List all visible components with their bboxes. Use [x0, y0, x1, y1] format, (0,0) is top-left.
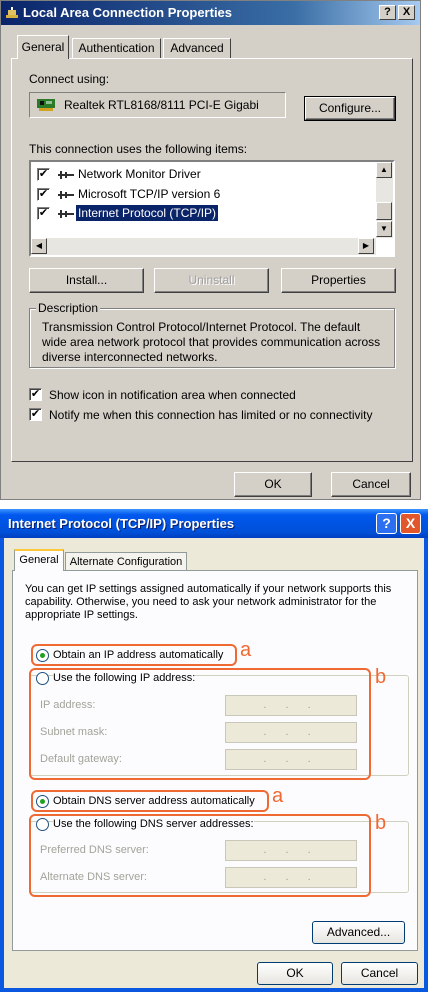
annotation-letter-a: a [240, 639, 252, 661]
use-following-dns-radio[interactable] [36, 818, 49, 831]
list-item-selected[interactable]: ✔ Internet Protocol (TCP/IP) [35, 204, 375, 223]
vertical-scrollbar[interactable]: ▲ ▼ [376, 162, 393, 238]
tcpip-properties-dialog: Internet Protocol (TCP/IP) Properties ? … [0, 509, 428, 992]
preferred-dns-label: Preferred DNS server: [40, 844, 149, 856]
use-following-dns-label[interactable]: Use the following DNS server addresses: [53, 818, 254, 830]
tab-general[interactable]: General [14, 549, 64, 571]
scroll-right-arrow-icon[interactable]: ▶ [358, 238, 374, 254]
scroll-thumb[interactable] [376, 202, 392, 220]
notify-label[interactable]: Notify me when this connection has limit… [49, 408, 373, 422]
default-gateway-label: Default gateway: [40, 753, 122, 765]
cancel-button-label: Cancel [352, 477, 390, 491]
ok-button[interactable]: OK [257, 962, 333, 985]
alternate-dns-label: Alternate DNS server: [40, 871, 147, 883]
protocol-icon [58, 210, 74, 218]
adapter-display: Realtek RTL8168/8111 PCI-E Gigabi [29, 92, 286, 118]
connect-using-label: Connect using: [29, 72, 110, 86]
adapter-name: Realtek RTL8168/8111 PCI-E Gigabi [64, 98, 259, 112]
local-area-connection-properties-dialog: Local Area Connection Properties ? X Gen… [0, 0, 421, 500]
use-following-ip-label[interactable]: Use the following IP address: [53, 672, 196, 684]
help-button[interactable]: ? [376, 513, 397, 534]
preferred-dns-field[interactable]: . . . [225, 840, 357, 861]
protocol-icon [58, 191, 74, 199]
obtain-ip-auto-radio[interactable] [36, 649, 49, 662]
close-button[interactable]: X [398, 5, 415, 20]
tab-authentication[interactable]: Authentication [72, 38, 161, 58]
properties-button-label: Properties [311, 273, 366, 287]
list-item[interactable]: ✔ Network Monitor Driver [35, 166, 375, 184]
show-icon-label[interactable]: Show icon in notification area when conn… [49, 388, 296, 402]
network-connection-icon [6, 7, 18, 18]
annotation-letter-b: b [375, 812, 387, 834]
install-button[interactable]: Install... [29, 268, 144, 293]
cancel-button[interactable]: Cancel [331, 472, 411, 497]
advanced-button-label: Advanced... [326, 925, 391, 939]
list-item[interactable]: ✔ Microsoft TCP/IP version 6 [35, 186, 375, 204]
uninstall-button[interactable]: Uninstall [154, 268, 269, 293]
dialog-title: Local Area Connection Properties [23, 5, 233, 20]
cancel-button-label: Cancel [360, 966, 399, 980]
item-label: Internet Protocol (TCP/IP) [74, 204, 220, 222]
install-button-label: Install... [65, 273, 108, 287]
advanced-button[interactable]: Advanced... [312, 921, 405, 944]
item-checkbox[interactable]: ✔ [37, 188, 50, 201]
tab-panel-general: Connect using: Realtek RTL8168/8111 PCI-… [11, 58, 413, 462]
tab-alternate-configuration[interactable]: Alternate Configuration [65, 552, 187, 571]
tab-advanced[interactable]: Advanced [163, 38, 231, 58]
configure-button[interactable]: Configure... [304, 96, 396, 121]
subnet-mask-label: Subnet mask: [40, 726, 108, 738]
subnet-mask-field[interactable]: . . . [225, 722, 357, 743]
network-service-icon [58, 171, 74, 179]
scroll-left-arrow-icon[interactable]: ◀ [31, 238, 47, 254]
obtain-dns-auto-label[interactable]: Obtain DNS server address automatically [53, 795, 255, 807]
close-button[interactable]: X [400, 513, 421, 534]
ip-address-field[interactable]: . . . [225, 695, 357, 716]
alternate-dns-field[interactable]: . . . [225, 867, 357, 888]
title-bar[interactable]: Local Area Connection Properties ? X [1, 1, 420, 25]
horizontal-scrollbar[interactable]: ◀ ▶ [31, 238, 376, 255]
help-button[interactable]: ? [379, 5, 396, 20]
item-label: Microsoft TCP/IP version 6 [78, 187, 221, 201]
item-checkbox[interactable]: ✔ [37, 207, 50, 220]
annotation-letter-a: a [272, 785, 284, 807]
scroll-up-arrow-icon[interactable]: ▲ [376, 162, 392, 178]
ip-address-label: IP address: [40, 699, 96, 711]
ok-button-label: OK [286, 966, 304, 980]
configure-button-label: Configure... [318, 101, 382, 115]
intro-text: You can get IP settings assigned automat… [25, 583, 392, 621]
scroll-down-arrow-icon[interactable]: ▼ [376, 221, 392, 237]
title-bar[interactable]: Internet Protocol (TCP/IP) Properties ? … [0, 509, 428, 538]
dialog-body: General Alternate Configuration You can … [4, 538, 424, 988]
ok-button-label: OK [264, 477, 282, 491]
notify-checkbox[interactable]: ✔ [29, 408, 42, 421]
item-label: Network Monitor Driver [78, 167, 201, 181]
item-checkbox[interactable]: ✔ [37, 168, 50, 181]
components-list[interactable]: ✔ Network Monitor Driver ✔ Microsoft TCP… [29, 160, 395, 257]
tab-panel-general: You can get IP settings assigned automat… [12, 570, 418, 951]
tab-general[interactable]: General [17, 35, 69, 59]
uninstall-button-label: Uninstall [188, 273, 235, 287]
description-text: Transmission Control Protocol/Internet P… [42, 320, 381, 364]
dialog-title: Internet Protocol (TCP/IP) Properties [8, 516, 235, 531]
description-title: Description [36, 301, 101, 315]
annotation-letter-b: b [375, 666, 387, 688]
obtain-ip-auto-label[interactable]: Obtain an IP address automatically [53, 649, 223, 661]
use-following-ip-radio[interactable] [36, 672, 49, 685]
items-label: This connection uses the following items… [29, 142, 248, 156]
network-adapter-icon [37, 99, 55, 111]
cancel-button[interactable]: Cancel [341, 962, 418, 985]
obtain-dns-auto-radio[interactable] [36, 795, 49, 808]
show-icon-checkbox[interactable]: ✔ [29, 388, 42, 401]
ok-button[interactable]: OK [234, 472, 312, 497]
default-gateway-field[interactable]: . . . [225, 749, 357, 770]
properties-button[interactable]: Properties [281, 268, 396, 293]
